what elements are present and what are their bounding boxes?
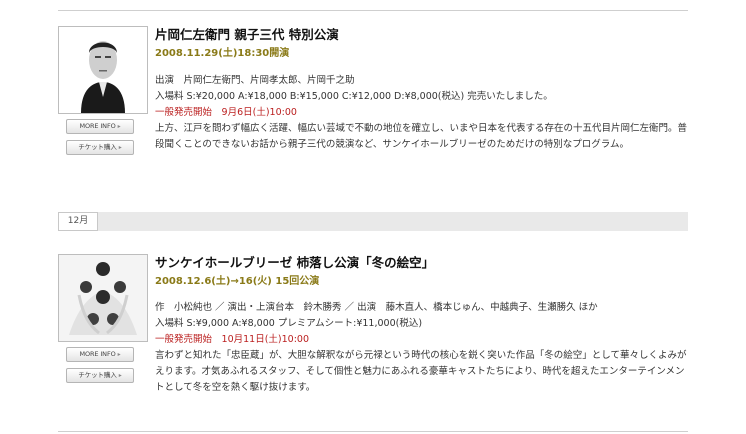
event-details: 片岡仁左衛門 親子三代 特別公演 2008.11.29(土)18:30開演 出演… <box>155 26 687 153</box>
event-cast: 出演 片岡仁左衛門、片岡孝太郎、片岡千之助 <box>155 75 355 86</box>
event-poster-image[interactable] <box>58 254 148 342</box>
sale-start-label: 一般発売開始 <box>155 334 213 345</box>
more-info-button[interactable]: MORE INFO ▸ <box>66 347 134 362</box>
event-description: 上方、江戸を問わず幅広く活躍、幅広い芸域で不動の地位を確立し、いまや日本を代表す… <box>155 123 688 150</box>
arrow-right-icon: ▸ <box>118 144 122 151</box>
event-date: 2008.11.29(土)18:30開演 <box>155 48 290 59</box>
sale-start: 一般発売開始 9月6日(土)10:00 <box>155 105 687 121</box>
event-title: 片岡仁左衛門 親子三代 特別公演 <box>155 27 339 42</box>
more-info-button[interactable]: MORE INFO ▸ <box>66 119 134 134</box>
sale-start-date: 10月11日(土)10:00 <box>221 334 309 345</box>
ticket-purchase-button[interactable]: チケット購入 ▸ <box>66 140 134 155</box>
event-details: サンケイホールブリーゼ 杮落し公演「冬の絵空」 2008.12.6(土)→16(… <box>155 254 687 396</box>
event-price: 入場料 S:¥20,000 A:¥18,000 B:¥15,000 C:¥12,… <box>155 91 553 102</box>
ticket-purchase-button[interactable]: チケット購入 ▸ <box>66 368 134 383</box>
event-credits: 作 小松純也 ／ 演出・上演台本 鈴木勝秀 ／ 出演 藤木直人、橋本じゅん、中越… <box>155 302 598 313</box>
arrow-right-icon: ▸ <box>117 123 121 130</box>
event-price: 入場料 S:¥9,000 A:¥8,000 プレミアムシート:¥11,000(税… <box>155 318 423 329</box>
performer-portrait-image[interactable] <box>58 26 148 114</box>
sale-start: 一般発売開始 10月11日(土)10:00 <box>155 332 687 348</box>
month-label: 12月 <box>58 212 98 231</box>
sale-start-label: 一般発売開始 <box>155 107 213 118</box>
event-date: 2008.12.6(土)→16(火) 15回公演 <box>155 276 320 287</box>
sale-start-date: 9月6日(土)10:00 <box>221 107 297 118</box>
arrow-right-icon: ▸ <box>117 351 121 358</box>
bottom-divider <box>58 431 688 432</box>
month-header-bar: 12月 <box>58 212 688 231</box>
top-divider <box>58 10 688 11</box>
event-title: サンケイホールブリーゼ 杮落し公演「冬の絵空」 <box>155 255 435 270</box>
arrow-right-icon: ▸ <box>118 372 122 379</box>
event-description: 言わずと知れた「忠臣蔵」が、大胆な解釈ながら元禄という時代の核心を鋭く突いた作品… <box>155 350 687 393</box>
